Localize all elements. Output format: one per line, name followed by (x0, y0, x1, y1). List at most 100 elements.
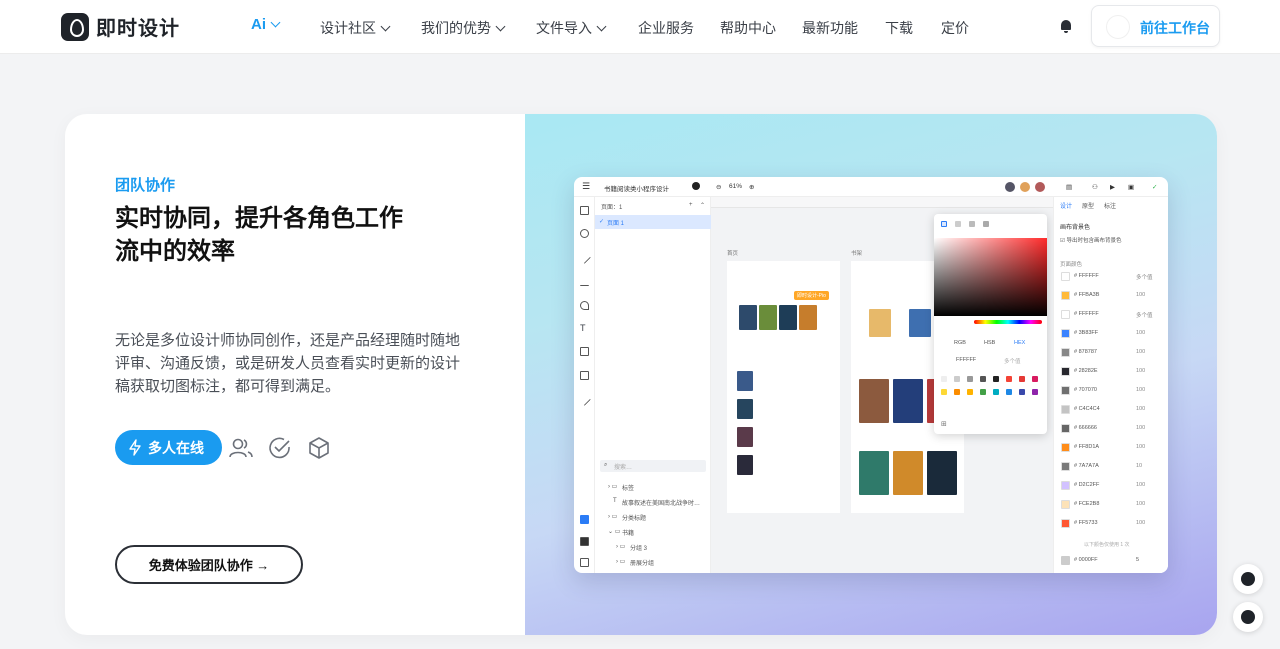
palette-swatch[interactable] (1032, 376, 1038, 382)
color-swatch (1061, 443, 1070, 452)
palette-swatch[interactable] (993, 389, 999, 395)
color-row[interactable]: # 0000FF 5 (1058, 555, 1166, 567)
layer-item[interactable]: T 故事叙述在美国南北战争时… (595, 495, 711, 509)
layer-item[interactable]: › ▭ 册展分组 (595, 555, 711, 569)
feature-tab-multi-online[interactable]: 多人在线 (115, 430, 222, 465)
bell-icon[interactable] (1059, 19, 1073, 33)
page-item[interactable]: ✓ 页面 1 (595, 215, 711, 229)
check-circle-icon[interactable] (267, 435, 293, 461)
export-background-checkbox[interactable]: ☑ 导出时包含画布背景色 (1060, 236, 1121, 244)
palette-swatch[interactable] (1006, 389, 1012, 395)
color-swatch (1061, 348, 1070, 357)
color-row[interactable]: # 707070 100 (1058, 385, 1166, 397)
free-trial-button[interactable]: 免费体验团队协作 → (115, 545, 303, 584)
headset-icon[interactable] (1233, 602, 1263, 632)
nav-label: 帮助中心 (720, 20, 776, 36)
color-opacity: 100 (1136, 501, 1146, 507)
nav-item-import[interactable]: 文件导入 (536, 18, 607, 38)
color-row[interactable]: # C4C4C4 100 (1058, 404, 1166, 416)
nav-item-community[interactable]: 设计社区 (320, 18, 391, 38)
color-swatch (1061, 272, 1070, 281)
add-color-icon[interactable]: ⊞ (941, 420, 947, 428)
color-mode-hsb[interactable]: HSB (984, 340, 995, 346)
color-row[interactable]: # FF8D1A 100 (1058, 442, 1166, 454)
color-row[interactable]: # 666666 100 (1058, 423, 1166, 435)
color-opacity: 100 (1136, 482, 1146, 488)
tab-prototype[interactable]: 原型 (1082, 201, 1094, 210)
color-hex: # 878787 (1074, 349, 1097, 355)
color-row[interactable]: # FFBA3B 100 (1058, 290, 1166, 302)
fill-mode-solid-icon[interactable] (941, 221, 947, 227)
color-row[interactable]: # 7A7A7A 10 (1058, 461, 1166, 473)
brush-tool-icon (578, 393, 591, 406)
palette-swatch[interactable] (967, 376, 973, 382)
book-cover (799, 305, 817, 330)
nav-item-help[interactable]: 帮助中心 (720, 18, 776, 38)
color-row[interactable]: # FF5733 100 (1058, 518, 1166, 530)
palette-swatch[interactable] (941, 376, 947, 382)
horizontal-ruler (711, 197, 1053, 208)
tab-annotation[interactable]: 标注 (1104, 201, 1116, 210)
color-swatch (1061, 519, 1070, 528)
fill-mode-image-icon[interactable] (983, 221, 989, 227)
nav-item-ai[interactable]: Ai (251, 16, 281, 33)
color-hex: # FCE2B8 (1074, 501, 1100, 507)
fill-mode-radial-icon[interactable] (969, 221, 975, 227)
nav-item-enterprise[interactable]: 企业服务 (638, 18, 694, 38)
color-hex: # 0000FF (1074, 557, 1098, 563)
nav-item-pricing[interactable]: 定价 (941, 18, 969, 38)
palette-swatch[interactable] (980, 389, 986, 395)
users-icon[interactable] (228, 435, 254, 461)
palette-swatch[interactable] (1006, 376, 1012, 382)
color-row[interactable]: # FCE2B8 100 (1058, 499, 1166, 511)
palette-swatch[interactable] (1032, 389, 1038, 395)
nav-item-advantages[interactable]: 我们的优势 (421, 18, 506, 38)
back-to-top-icon[interactable] (1233, 564, 1263, 594)
palette-swatch[interactable] (1019, 376, 1025, 382)
color-opacity: 100 (1136, 330, 1146, 336)
palette-swatch[interactable] (954, 376, 960, 382)
layer-search-input[interactable]: ⌕ 搜索… (600, 460, 706, 472)
color-mode-hex[interactable]: HEX (1014, 340, 1025, 346)
palette-swatch[interactable] (941, 389, 947, 395)
editor-preview: ☰ 书籍阅读类小程序设计 ⊖ 61% ⊕ ▤ ⚇ ▶ ▣ ✓ T 页面：1 + … (574, 177, 1168, 573)
color-mode-rgb[interactable]: RGB (954, 340, 966, 346)
opacity-input[interactable]: 多个值 (1004, 357, 1021, 365)
color-opacity: 100 (1136, 292, 1146, 298)
color-picker[interactable]: RGB HSB HEX FFFFFF 多个值 ⊞ (934, 214, 1047, 434)
nav-label: Ai (251, 16, 266, 33)
palette-swatch[interactable] (954, 389, 960, 395)
zoom-in-icon: ⊕ (749, 184, 755, 191)
palette-swatch[interactable] (993, 376, 999, 382)
used-once-label: 以下颜色仅使用 1 次 (1084, 542, 1130, 548)
share-icon: ⚇ (1092, 184, 1098, 191)
workspace-button[interactable]: 前往工作台 (1091, 5, 1220, 47)
cube-icon[interactable] (306, 435, 332, 461)
layer-item[interactable]: › ▭ 标签 (595, 480, 711, 494)
section-headline: 实时协同，提升各角色工作流中的效率 (115, 205, 403, 265)
nav-item-download[interactable]: 下载 (885, 18, 913, 38)
line-tool-icon (578, 251, 591, 264)
palette-swatch[interactable] (980, 376, 986, 382)
color-swatch (1061, 329, 1070, 338)
color-row[interactable]: # FFFFFF 多个值 (1058, 309, 1166, 321)
fill-mode-linear-icon[interactable] (955, 221, 961, 227)
hex-input[interactable]: FFFFFF (956, 357, 976, 363)
zoom-out-icon: ⊖ (716, 184, 722, 191)
palette-swatch[interactable] (967, 389, 973, 395)
book-cover (737, 427, 753, 447)
layer-item[interactable]: ⌄ ▭ 书籍 (595, 525, 711, 539)
color-row[interactable]: # D2C2FF 100 (1058, 480, 1166, 492)
nav-item-new-features[interactable]: 最新功能 (802, 18, 858, 38)
layer-item[interactable]: › ▭ 分类标题 (595, 510, 711, 524)
tab-design[interactable]: 设计 (1060, 201, 1072, 210)
color-row[interactable]: # 3B83FF 100 (1058, 328, 1166, 340)
color-row[interactable]: # 28282E 100 (1058, 366, 1166, 378)
color-row[interactable]: # FFFFFF 多个值 (1058, 271, 1166, 283)
color-spectrum[interactable] (934, 238, 1047, 316)
layer-item[interactable]: › ▭ 分组 3 (595, 540, 711, 554)
hue-slider[interactable] (974, 320, 1042, 324)
color-row[interactable]: # 878787 100 (1058, 347, 1166, 359)
palette-swatch[interactable] (1019, 389, 1025, 395)
brand-logo[interactable]: 即时设计 (61, 12, 180, 41)
